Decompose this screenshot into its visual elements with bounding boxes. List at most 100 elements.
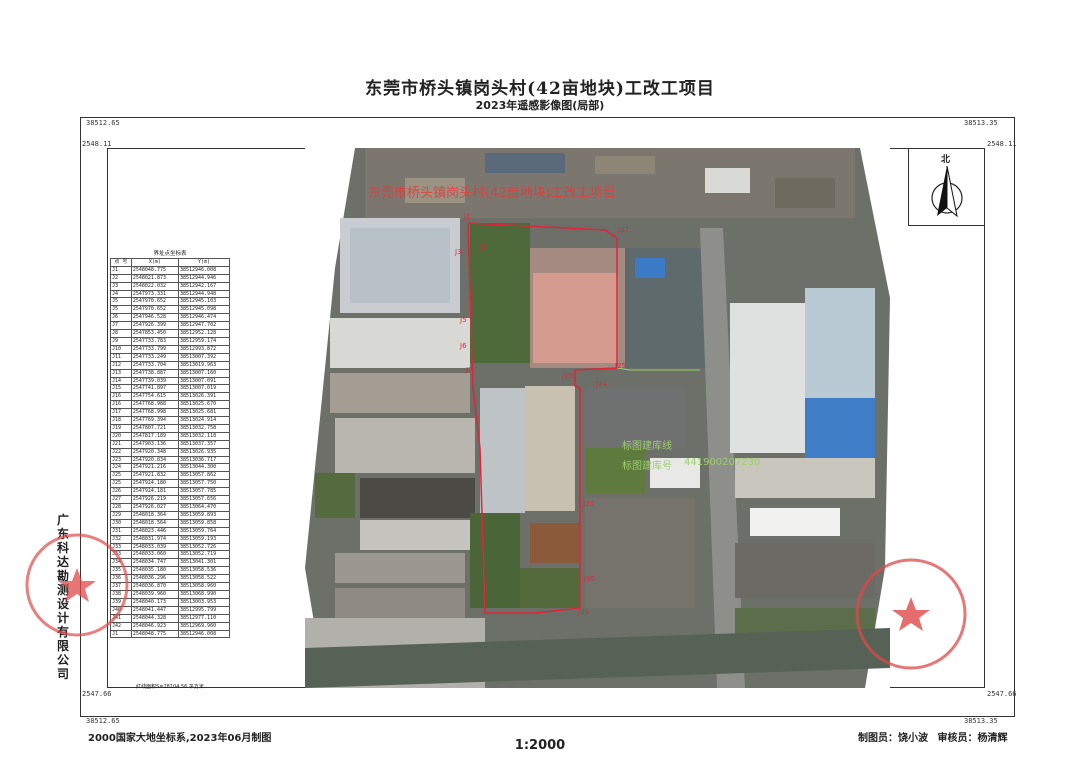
drafter-label: 制图员： xyxy=(858,733,898,744)
table-cell: 38513026.935 xyxy=(177,447,231,457)
table-row: J21 2547903.136 38513037.357 xyxy=(110,439,231,449)
table-cell: 2547769.394 xyxy=(130,416,179,425)
standard-number: 441900207230 xyxy=(684,457,761,468)
table-cell: 38513019.963 xyxy=(177,360,231,370)
table-cell: 2547921.832 xyxy=(130,471,179,481)
table-row: J25 2547924.180 38513057.750 xyxy=(110,479,231,489)
table-cell: J21 xyxy=(110,439,132,449)
table-row: J19 2547807.721 38513032.758 xyxy=(110,423,231,433)
table-cell: 38513059.193 xyxy=(177,534,231,544)
table-row: J5 2547970.652 38512945.098 xyxy=(110,305,231,315)
table-cell: 2548031.974 xyxy=(130,534,179,544)
table-cell: J14 xyxy=(110,376,132,386)
table-cell: J6 xyxy=(110,313,132,323)
table-cell: 38512993.872 xyxy=(177,344,231,354)
table-row: J13 2547738.887 38513007.160 xyxy=(110,368,231,378)
coord-right-top-y: 2548.11 xyxy=(987,140,1017,148)
table-row: J18 2547769.394 38513024.914 xyxy=(110,416,231,425)
coord-bottom-right-x: 38513.35 xyxy=(964,717,998,725)
table-cell: J9 xyxy=(110,336,132,346)
table-cell: 38512945.103 xyxy=(177,297,231,307)
table-cell: J25 xyxy=(110,471,132,481)
table-cell: J13 xyxy=(110,368,132,378)
table-row: J8 2547853.450 38512952.128 xyxy=(110,329,231,338)
table-cell: 2547924.180 xyxy=(130,479,179,489)
table-cell: 2547973.331 xyxy=(130,289,179,299)
table-cell: 2547924.181 xyxy=(130,487,179,497)
table-cell: J29 xyxy=(110,510,132,520)
table-cell: 2547738.887 xyxy=(130,368,179,378)
table-cell: J11 xyxy=(110,352,132,362)
north-arrow-box: 北 xyxy=(908,148,985,226)
table-cell: J1 xyxy=(110,265,132,275)
table-cell: 2547921.216 xyxy=(130,463,179,473)
table-row: J20 2547817.189 38513032.118 xyxy=(110,431,231,441)
table-row: J17 2547768.998 38513025.681 xyxy=(110,408,231,418)
column-header: Y(m) xyxy=(177,257,231,267)
table-cell: 38512995.799 xyxy=(177,605,231,615)
aerial-image-svg xyxy=(305,148,890,688)
reviewer-name: 杨清辉 xyxy=(977,733,1008,744)
table-cell: J22 xyxy=(110,447,132,457)
table-cell: J12 xyxy=(110,360,132,370)
table-cell: J20 xyxy=(110,431,132,441)
table-row: J16 2547768.988 38513025.670 xyxy=(110,400,231,410)
table-cell: 2547733.799 xyxy=(130,344,179,354)
table-cell: 38513003.953 xyxy=(177,597,231,607)
coord-bottom-left-x: 38512.65 xyxy=(86,717,120,725)
table-cell: 2547926.219 xyxy=(130,495,179,504)
table-cell: 2547946.528 xyxy=(130,313,179,323)
table-cell: J30 xyxy=(110,518,132,528)
table-cell: 2547768.988 xyxy=(130,400,179,410)
table-cell: 38513058.536 xyxy=(177,566,231,576)
table-cell: 38512944.946 xyxy=(177,273,231,283)
table-row: J3 2548022.032 38512942.167 xyxy=(110,281,231,291)
point-label: J5 xyxy=(460,316,467,324)
table-cell: J28 xyxy=(110,503,132,512)
coord-left-top-y: 2548.11 xyxy=(82,140,112,148)
company-seal-stamp xyxy=(25,533,129,637)
table-cell: 2548021.873 xyxy=(130,273,179,283)
coord-top-right-x: 38513.35 xyxy=(964,119,998,127)
table-cell: 38513032.118 xyxy=(177,431,231,441)
table-cell: 38513058.960 xyxy=(177,582,231,591)
table-cell: 38512946.008 xyxy=(177,265,231,275)
table-row: J2 2548021.873 38512944.946 xyxy=(110,273,231,283)
standard-line-label: 标图建库线 xyxy=(622,441,672,452)
table-cell: 38513052.719 xyxy=(177,550,231,560)
table-cell: 2547754.615 xyxy=(130,392,179,402)
table-row: J26 2547924.181 38513057.785 xyxy=(110,487,231,497)
table-cell: 38513059.764 xyxy=(177,526,231,536)
table-cell: 2548018.364 xyxy=(130,510,179,520)
table-cell: 2548035.180 xyxy=(130,566,179,576)
table-cell: 38512977.110 xyxy=(177,613,231,623)
point-label: J6 xyxy=(460,342,467,350)
table-cell: 2547926.027 xyxy=(130,503,179,512)
table-cell: 2547733.249 xyxy=(130,352,179,362)
coord-right-bottom-y: 2547.66 xyxy=(987,690,1017,698)
table-cell: 38513025.670 xyxy=(177,400,231,410)
table-cell: 2547768.998 xyxy=(130,408,179,418)
table-row: J11 2547733.249 38513007.392 xyxy=(110,352,231,362)
aerial-image xyxy=(305,148,890,688)
point-label: J35 xyxy=(584,575,595,583)
table-row: J25 2547921.832 38513057.862 xyxy=(110,471,231,481)
table-cell: 38512969.960 xyxy=(177,621,231,631)
table-cell: J27 xyxy=(110,495,132,504)
table-cell: 2548034.747 xyxy=(130,558,179,568)
table-cell: 2547970.652 xyxy=(130,297,179,307)
table-cell: 2547807.721 xyxy=(130,423,179,433)
table-cell: 38513068.990 xyxy=(177,589,231,599)
table-cell: 38513007.160 xyxy=(177,368,231,378)
table-row: J9 2547733.783 38512959.174 xyxy=(110,336,231,346)
table-cell: 2548036.296 xyxy=(130,574,179,584)
table-cell: 38513041.301 xyxy=(177,558,231,568)
table-cell: 38513059.858 xyxy=(177,518,231,528)
coordinate-table-caption: 界址点坐标表 xyxy=(153,251,187,257)
point-label: J20 xyxy=(583,500,594,508)
table-row: J27 2547926.219 38513057.656 xyxy=(110,495,231,504)
table-cell: J24 xyxy=(110,463,132,473)
table-cell: J8 xyxy=(110,329,132,338)
table-cell: J16 xyxy=(110,400,132,410)
table-cell: 38513032.758 xyxy=(177,423,231,433)
